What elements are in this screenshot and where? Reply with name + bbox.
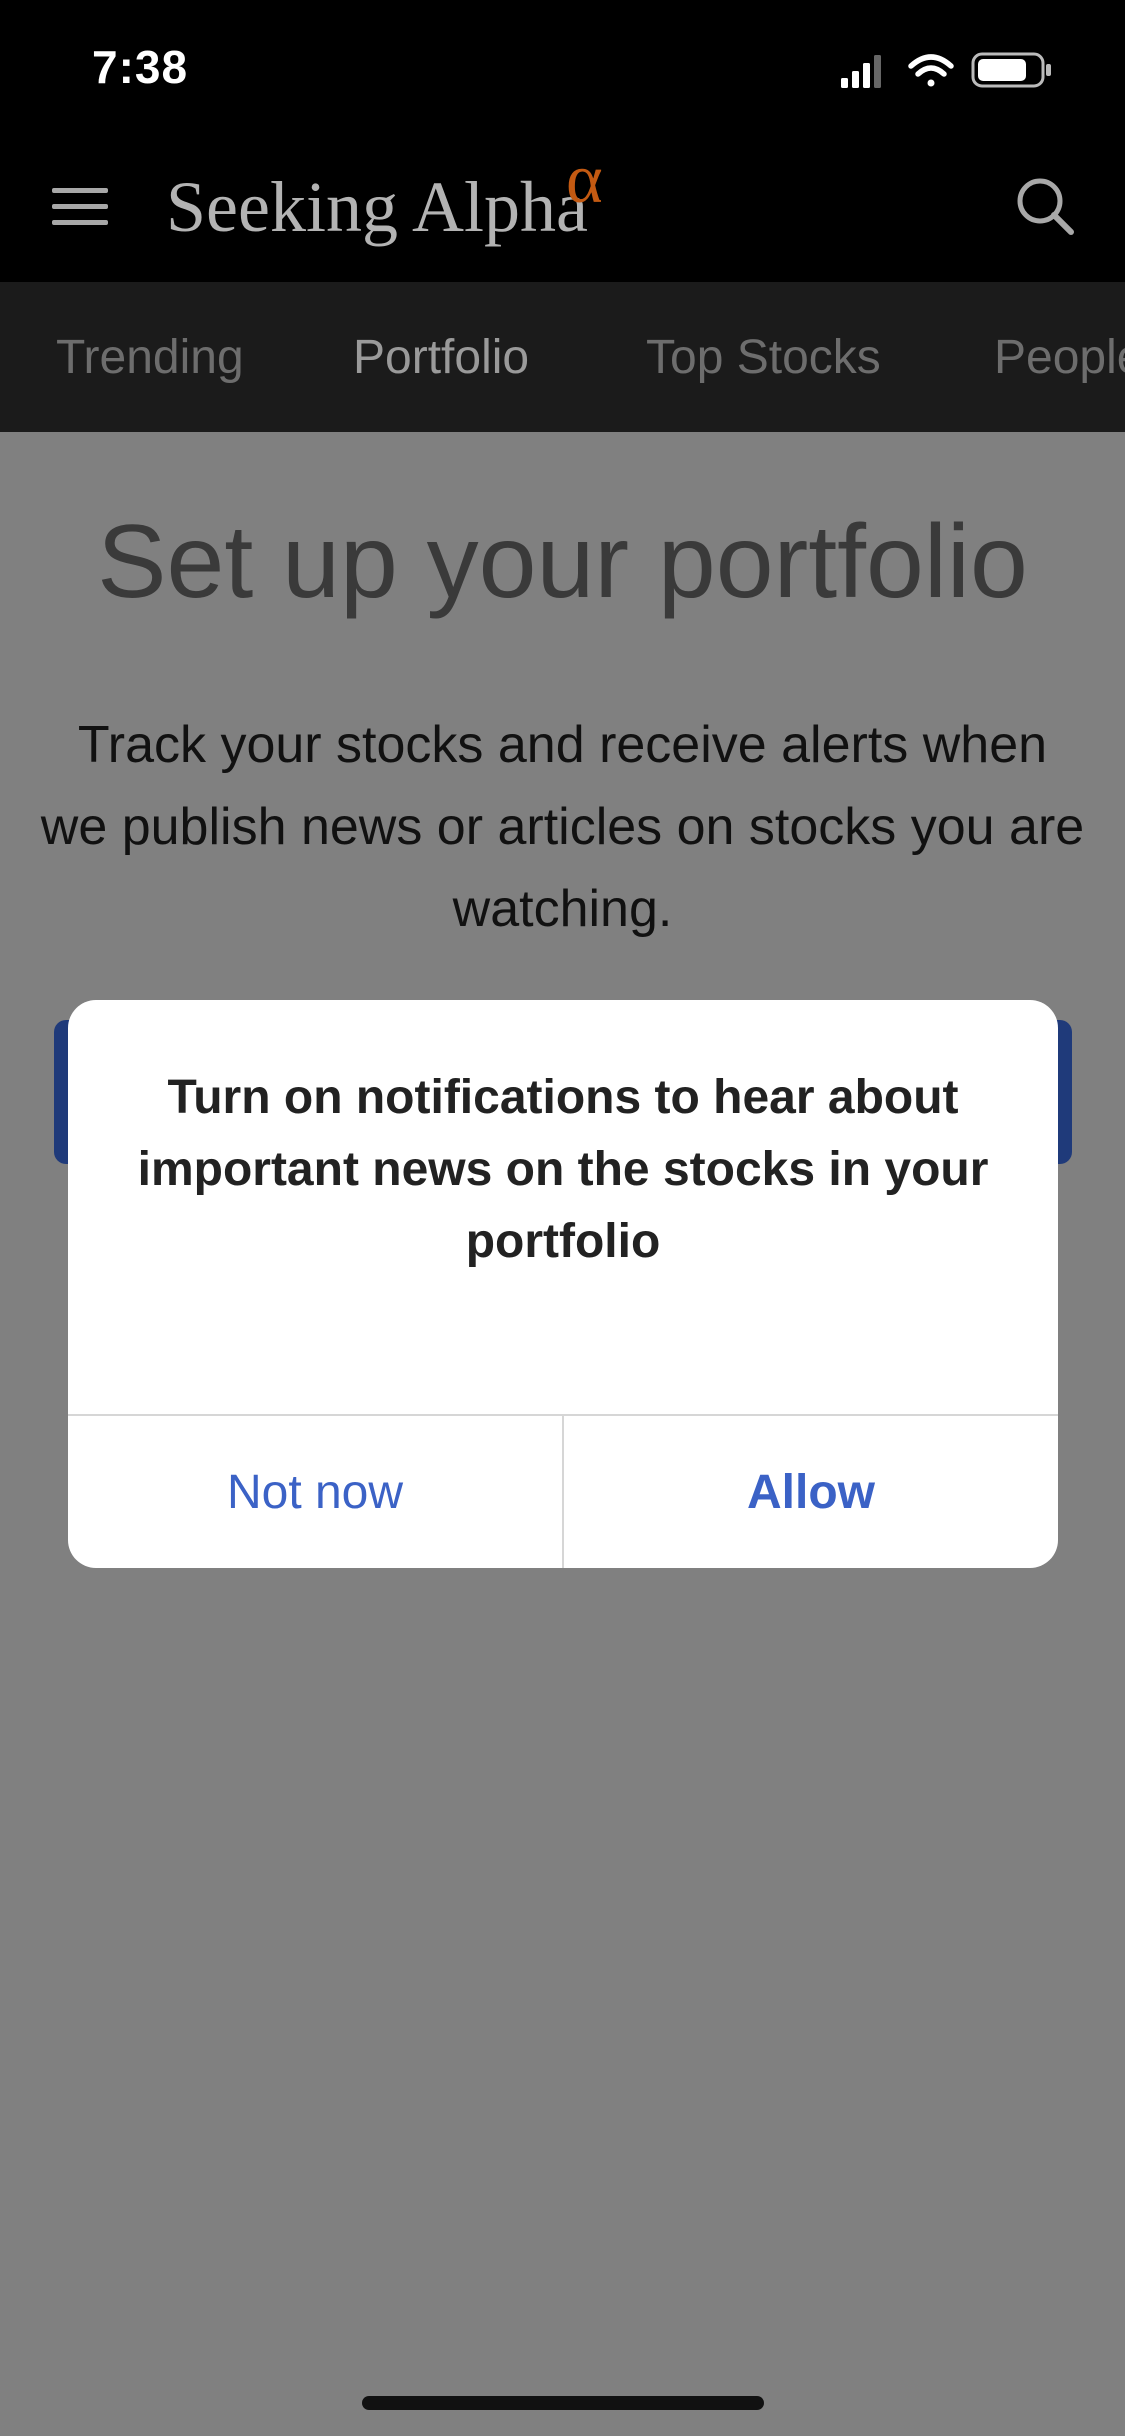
notification-permission-dialog: Turn on notifications to hear about impo… [68,1000,1058,1568]
home-indicator[interactable] [362,2396,764,2410]
status-icons [841,52,1051,88]
cellular-signal-icon [841,55,881,88]
page-description: Track your stocks and receive alerts whe… [40,716,1085,938]
app-screen: 7:38 Seeking Alpha α Trending Portfolio … [0,0,1125,2436]
dialog-message: Turn on notifications to hear about impo… [137,1071,989,1268]
status-bar: 7:38 [0,0,1125,132]
brand-alpha-mark: α [566,141,603,218]
tab-portfolio[interactable]: Portfolio [353,330,529,385]
battery-icon [971,52,1051,88]
section-tabs: Trending Portfolio Top Stocks People [0,282,1125,432]
allow-button[interactable]: Allow [564,1416,1058,1568]
tab-trending[interactable]: Trending [56,330,244,385]
brand-logo-text[interactable]: Seeking Alpha [166,166,588,249]
search-icon[interactable] [1013,174,1077,238]
status-time: 7:38 [92,41,189,93]
tab-people[interactable]: People [994,330,1125,385]
app-header: Seeking Alpha α [0,132,1125,282]
page-title: Set up your portfolio [97,504,1028,620]
tab-top-stocks[interactable]: Top Stocks [646,330,881,385]
hamburger-menu-icon[interactable] [50,186,110,228]
wifi-icon [908,54,954,87]
not-now-button[interactable]: Not now [68,1416,562,1568]
